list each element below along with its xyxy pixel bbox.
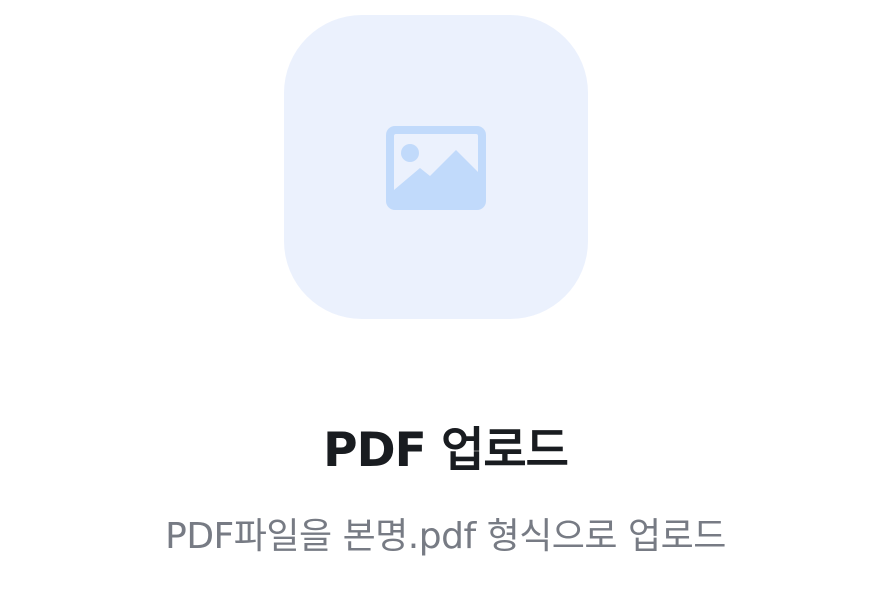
upload-instruction: PDF파일을 본명.pdf 형식으로 업로드	[165, 516, 726, 557]
image-placeholder-icon	[386, 126, 486, 210]
upload-screen: PDF 업로드 PDF파일을 본명.pdf 형식으로 업로드	[0, 0, 891, 600]
pdf-upload-button[interactable]	[284, 15, 588, 319]
page-title: PDF 업로드	[323, 423, 569, 478]
